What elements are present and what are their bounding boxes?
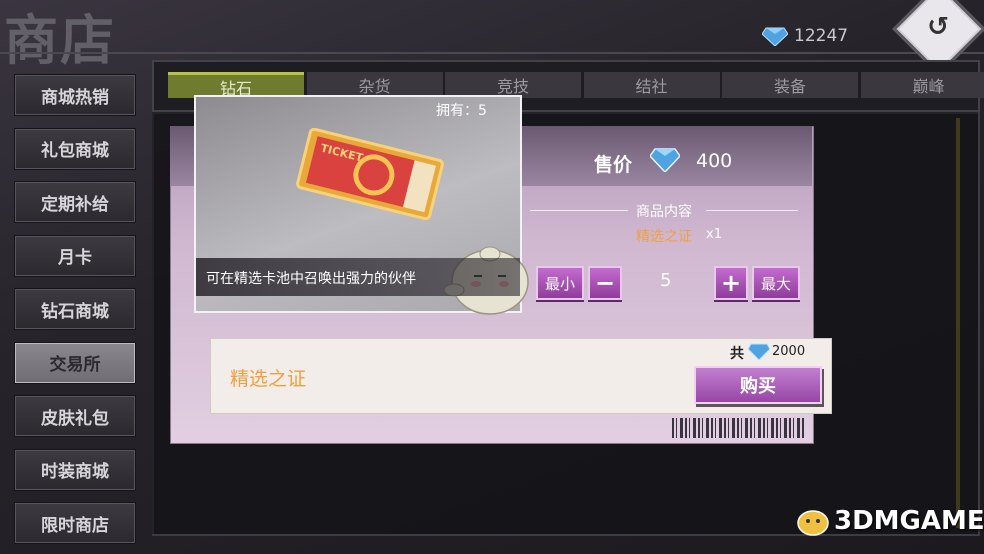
- sidebar-item[interactable]: 商城热销: [14, 74, 136, 116]
- price-value: 400: [696, 150, 733, 172]
- back-arrow-icon[interactable]: ↺: [921, 10, 955, 44]
- divider: [706, 210, 798, 211]
- min-quantity-button[interactable]: 最小: [536, 266, 584, 300]
- buy-button[interactable]: 购买: [694, 366, 822, 404]
- total-label: 共: [730, 346, 744, 362]
- decrease-button[interactable]: −: [588, 266, 622, 300]
- tab[interactable]: 巅峰: [860, 72, 984, 98]
- contents-item-name: 精选之证: [636, 229, 692, 245]
- sidebar-item[interactable]: 交易所: [14, 341, 136, 384]
- contents-item-qty: x1: [706, 227, 722, 242]
- mascot-logo-icon: [797, 510, 829, 536]
- owned-count: 拥有：5: [436, 103, 487, 119]
- sidebar-item[interactable]: 月卡: [14, 234, 136, 277]
- diamond-icon: [748, 343, 770, 360]
- sidebar-item[interactable]: 礼包商城: [14, 127, 136, 170]
- sidebar-item[interactable]: 钻石商城: [14, 288, 136, 330]
- quantity-value: 5: [660, 270, 672, 291]
- sidebar-item[interactable]: 时装商城: [14, 448, 136, 491]
- sidebar-item[interactable]: 限时商店: [14, 502, 136, 544]
- item-description: 可在精选卡池中召唤出强力的伙伴: [206, 271, 416, 287]
- tab[interactable]: 结社: [583, 72, 720, 98]
- total-value: 2000: [772, 344, 806, 359]
- diamond-icon: [762, 27, 788, 46]
- watermark-text: 3DMGAME: [834, 506, 984, 536]
- barcode-decoration: [672, 418, 806, 438]
- tab[interactable]: 装备: [722, 72, 858, 98]
- diamond-count: 12247: [794, 26, 849, 46]
- sidebar-item[interactable]: 皮肤礼包: [14, 395, 136, 437]
- increase-button[interactable]: +: [714, 266, 748, 300]
- item-name: 精选之证: [230, 368, 307, 390]
- ticket-icon: TICKET: [296, 128, 444, 220]
- page-title: 商店: [4, 8, 116, 72]
- diamond-currency: 12247: [762, 24, 848, 48]
- sidebar-item[interactable]: 定期补给: [14, 181, 136, 223]
- max-quantity-button[interactable]: 最大: [752, 266, 800, 300]
- divider: [530, 210, 628, 211]
- contents-header: 商品内容: [636, 204, 692, 220]
- header-divider: [0, 52, 984, 54]
- diamond-icon: [650, 148, 680, 172]
- watermark: 3DMGAME: [796, 506, 984, 536]
- price-label: 售价: [594, 154, 633, 176]
